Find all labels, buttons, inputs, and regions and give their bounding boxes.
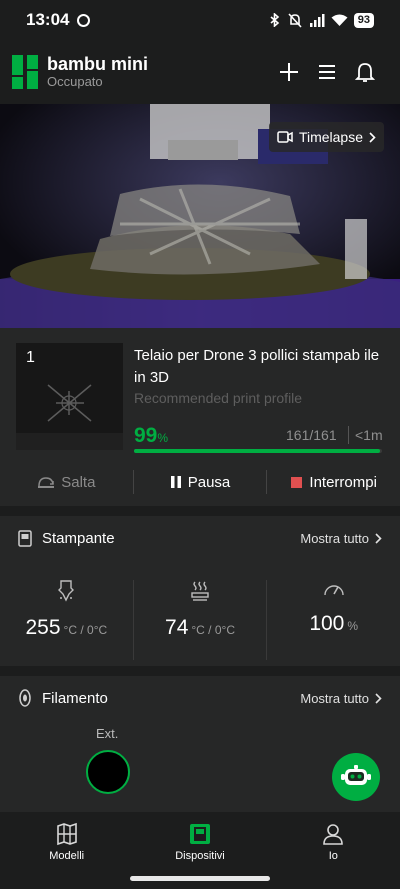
camera-icon bbox=[277, 131, 293, 143]
mute-icon bbox=[288, 12, 302, 28]
bluetooth-icon bbox=[270, 13, 279, 27]
bed-temp-value: 74 bbox=[165, 616, 189, 639]
printer-show-all-label: Mostra tutto bbox=[300, 530, 369, 546]
nav-models-label: Modelli bbox=[49, 850, 85, 862]
nozzle-icon bbox=[58, 580, 75, 602]
plate-number: 1 bbox=[26, 349, 35, 366]
app-titles: bambu mini Occupato bbox=[47, 54, 148, 90]
fan-icon bbox=[323, 585, 344, 596]
assistant-button[interactable] bbox=[332, 753, 380, 801]
skip-label: Salta bbox=[61, 473, 96, 491]
pause-label: Pausa bbox=[187, 473, 231, 491]
home-indicator[interactable] bbox=[130, 876, 270, 881]
stop-icon bbox=[291, 476, 303, 488]
robot-icon bbox=[341, 765, 371, 785]
job-percent: 99% bbox=[134, 424, 168, 448]
app-bar: bambu mini Occupato bbox=[0, 40, 400, 104]
nav-me[interactable]: Io bbox=[267, 812, 400, 889]
filament-card-title: Filamento bbox=[42, 689, 108, 707]
fan-speed[interactable]: 100% bbox=[266, 580, 400, 660]
chevron-right-icon bbox=[369, 131, 376, 143]
chevron-right-icon bbox=[375, 692, 382, 704]
nozzle-temp-unit: °C / 0°C bbox=[63, 623, 108, 637]
notifications-button[interactable] bbox=[354, 61, 376, 83]
job-percent-value: 99 bbox=[134, 424, 158, 447]
job-percent-unit: % bbox=[157, 431, 169, 445]
bed-temp-readout: 74 °C / 0°C bbox=[165, 616, 235, 640]
nozzle-temp-value: 255 bbox=[25, 616, 61, 639]
job-remaining-time: <1m bbox=[355, 427, 383, 443]
external-spool[interactable] bbox=[86, 750, 130, 794]
model-thumbnail[interactable]: 1 bbox=[16, 343, 123, 450]
progress-fill bbox=[134, 449, 380, 453]
nav-me-label: Io bbox=[328, 850, 338, 862]
menu-button[interactable] bbox=[316, 61, 338, 83]
add-icon bbox=[280, 63, 298, 81]
timelapse-label: Timelapse bbox=[298, 129, 363, 145]
app-actions bbox=[278, 61, 376, 83]
wifi-icon bbox=[331, 14, 348, 26]
job-divider bbox=[348, 426, 349, 444]
stop-label: Interrompi bbox=[309, 473, 377, 491]
fan-readout: 100% bbox=[309, 612, 358, 636]
bambu-logo-icon bbox=[12, 55, 38, 89]
bell-icon bbox=[355, 63, 375, 82]
pause-button[interactable]: Pausa bbox=[134, 462, 267, 502]
bed-temp[interactable]: 74 °C / 0°C bbox=[132, 580, 267, 660]
job-title: Telaio per Drone 3 pollici stampab ile i… bbox=[134, 347, 380, 386]
user-icon bbox=[323, 824, 344, 845]
printer-icon bbox=[18, 529, 32, 547]
job-actions: Salta Pausa Interrompi bbox=[0, 462, 400, 502]
fan-value: 100 bbox=[309, 612, 345, 635]
skip-icon bbox=[38, 477, 55, 488]
job-profile: Recommended print profile bbox=[134, 390, 303, 406]
print-job-card: 1 Telaio per Drone 3 pollici stampab ile… bbox=[0, 328, 400, 506]
add-button[interactable] bbox=[278, 61, 300, 83]
nav-models[interactable]: Modelli bbox=[0, 812, 133, 889]
printer-show-all[interactable]: Mostra tutto bbox=[300, 531, 382, 546]
filament-icon bbox=[19, 689, 31, 707]
external-spool-label: Ext. bbox=[96, 726, 119, 741]
printer-stats: 255 °C / 0°C 74 °C / 0°C 100% bbox=[0, 580, 400, 660]
printer-card: Stampante Mostra tutto 255 °C / 0°C 74 °C … bbox=[0, 516, 400, 666]
camera-feed[interactable]: Timelapse bbox=[0, 104, 400, 328]
bed-temp-unit: °C / 0°C bbox=[191, 623, 235, 637]
nozzle-temp[interactable]: 255 °C / 0°C bbox=[0, 580, 133, 660]
stop-button[interactable]: Interrompi bbox=[267, 462, 400, 502]
printer-status: Occupato bbox=[47, 74, 103, 89]
printer-card-header: Stampante Mostra tutto bbox=[0, 516, 400, 560]
job-layers: 161/161 bbox=[286, 427, 337, 443]
filament-card-header: Filamento Mostra tutto bbox=[0, 676, 400, 720]
fan-unit: % bbox=[347, 619, 359, 633]
status-bar: 13:04 93 bbox=[0, 0, 400, 40]
status-time: 13:04 bbox=[26, 10, 70, 29]
progress-bar bbox=[134, 449, 382, 453]
printer-card-title: Stampante bbox=[42, 529, 115, 547]
nav-devices-label: Dispositivi bbox=[175, 850, 225, 862]
printer-name[interactable]: bambu mini bbox=[47, 54, 148, 74]
devices-icon bbox=[189, 824, 210, 844]
skip-button[interactable]: Salta bbox=[0, 462, 133, 502]
heatbed-icon bbox=[191, 581, 209, 601]
status-right: 93 bbox=[269, 12, 374, 28]
status-dot-icon bbox=[77, 13, 91, 27]
nozzle-temp-readout: 255 °C / 0°C bbox=[26, 616, 108, 640]
chevron-right-icon bbox=[375, 532, 382, 544]
filament-show-all-label: Mostra tutto bbox=[300, 690, 369, 706]
pause-icon bbox=[170, 476, 181, 488]
status-left: 13:04 bbox=[26, 10, 91, 30]
models-icon bbox=[56, 822, 77, 846]
timelapse-button[interactable]: Timelapse bbox=[268, 122, 384, 152]
battery-level: 93 bbox=[353, 12, 374, 28]
filament-show-all[interactable]: Mostra tutto bbox=[300, 691, 382, 706]
menu-icon bbox=[319, 65, 335, 79]
signal-icon bbox=[309, 13, 325, 27]
